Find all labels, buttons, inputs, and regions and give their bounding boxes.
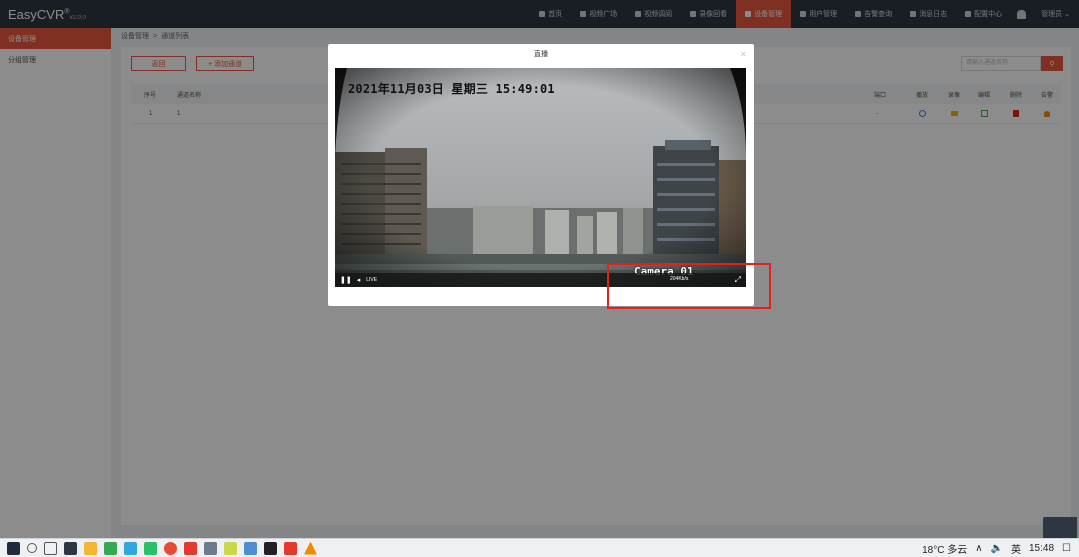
app-icon[interactable] — [124, 541, 137, 555]
os-taskbar: 18°C 多云 ∧ 🔈 英 15:48 ☐ — [0, 538, 1079, 557]
vlc-icon[interactable] — [304, 541, 317, 555]
input-method-indicator[interactable]: 英 — [1011, 541, 1021, 556]
file-explorer-icon[interactable] — [84, 541, 97, 555]
app-icon-4[interactable] — [244, 541, 257, 555]
volume-icon[interactable]: ◂ — [357, 276, 361, 284]
weather-widget[interactable]: 18°C 多云 — [922, 541, 967, 556]
dialog-title: 直播 — [534, 51, 548, 58]
tray-overflow-icon[interactable]: ∧ — [975, 543, 982, 554]
app-icon-2[interactable] — [144, 541, 157, 555]
wechat-icon[interactable] — [104, 541, 117, 555]
mail-icon[interactable] — [64, 541, 77, 555]
clock[interactable]: 15:48 — [1029, 543, 1054, 554]
chrome-icon[interactable] — [164, 541, 177, 555]
video-timestamp-overlay: 2021年11月03日 星期三 15:49:01 — [348, 82, 555, 96]
app-icon-5[interactable] — [284, 541, 297, 555]
camera-feed-image — [335, 68, 746, 287]
task-view-icon[interactable] — [44, 541, 57, 555]
notification-center-icon[interactable]: ☐ — [1062, 543, 1071, 554]
terminal-icon[interactable] — [264, 541, 277, 555]
app-icon-3[interactable] — [224, 541, 237, 555]
floating-assistant-icon[interactable] — [1043, 517, 1077, 538]
live-label: LIVE — [366, 277, 378, 283]
notepad-icon[interactable] — [204, 541, 217, 555]
system-tray: 18°C 多云 ∧ 🔈 英 15:48 ☐ — [922, 539, 1079, 557]
wps-icon[interactable] — [184, 541, 197, 555]
windows-start-icon[interactable] — [7, 541, 20, 555]
close-icon[interactable]: × — [741, 49, 746, 59]
volume-icon[interactable]: 🔈 — [991, 543, 1003, 554]
video-player[interactable]: 2021年11月03日 星期三 15:49:01 Camera 01 ❚❚ ◂ … — [335, 68, 746, 287]
pause-icon[interactable]: ❚❚ — [340, 276, 352, 284]
annotation-highlight-box — [607, 263, 771, 309]
search-icon[interactable] — [27, 543, 37, 553]
